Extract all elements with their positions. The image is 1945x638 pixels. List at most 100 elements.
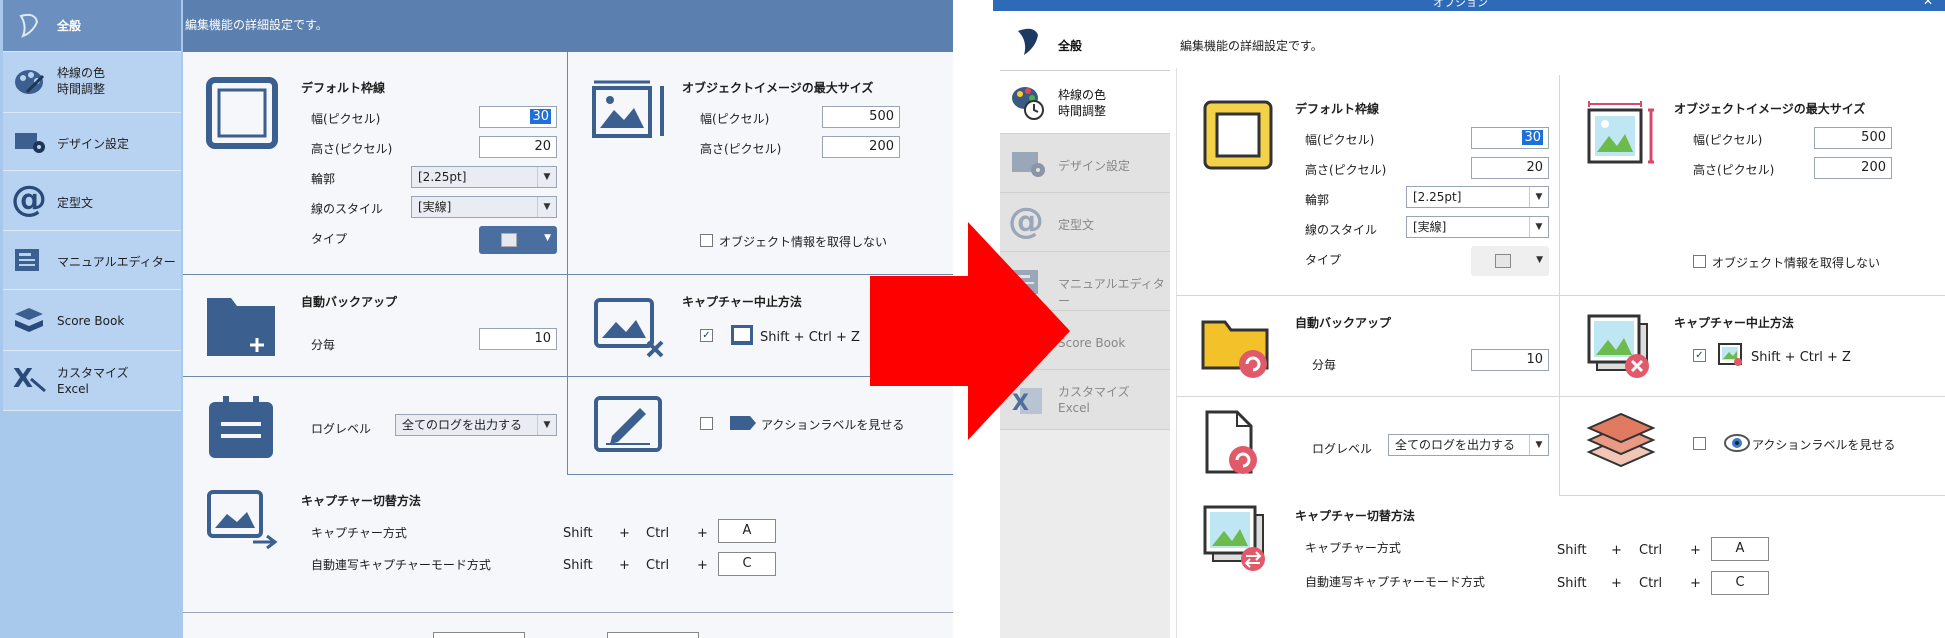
frame-type-icon — [1495, 254, 1511, 268]
height-label: 高さ(ピクセル) — [311, 142, 393, 156]
capture-switch-title: キャプチャー切替方法 — [1295, 509, 1415, 523]
backup-interval-input[interactable]: 10 — [479, 328, 557, 350]
ok-button[interactable] — [433, 632, 525, 638]
sidebar-item-frame-color[interactable]: 枠線の色 時間調整 — [3, 52, 181, 113]
sidebar-item-general[interactable]: 全般 — [1000, 11, 1170, 71]
line-style-select[interactable]: [実線] ▼ — [1406, 216, 1549, 238]
sidebar-item-label: 全般 — [57, 19, 82, 33]
width-label: 幅(ピクセル) — [1305, 133, 1375, 147]
divider — [1176, 68, 1177, 638]
old-options-dialog: 全般 枠線の色 時間調整 デザイン設定 @ 定型文 マニュアルエディター Sco… — [0, 0, 953, 638]
new-options-dialog: オプション ✕ 全般 枠線の色 時間調整 デザイン設定 @ 定型文 マニュアルエ… — [993, 0, 1945, 638]
sidebar-item-customize-excel[interactable]: X カスタマイズ Excel — [3, 351, 181, 411]
capture-stop-shortcut: Shift + Ctrl + Z — [760, 330, 860, 345]
outline-label: 輪郭 — [311, 172, 336, 186]
obj-height-label: 高さ(ピクセル) — [700, 142, 782, 156]
sidebar-item-label: マニュアルエディター — [1058, 277, 1165, 308]
height-label: 高さ(ピクセル) — [1305, 163, 1387, 177]
outline-label: 輪郭 — [1305, 193, 1330, 207]
capture-stop-title: キャプチャー中止方法 — [682, 295, 802, 309]
burst-mode-key-input[interactable]: C — [1711, 571, 1769, 595]
frame-type-icon — [501, 233, 517, 247]
sidebar-item-design[interactable]: デザイン設定 — [3, 113, 181, 171]
sidebar-item-design[interactable]: デザイン設定 — [1000, 134, 1170, 193]
log-level-select[interactable]: 全てのログを出力する ▼ — [1388, 434, 1549, 456]
header-text: 編集機能の詳細設定です。 — [185, 18, 328, 32]
width-input[interactable]: 30 — [479, 106, 557, 128]
svg-text:X: X — [13, 364, 33, 394]
chevron-down-icon: ▼ — [1536, 255, 1543, 265]
capture-stop-checkbox[interactable]: ✓ — [700, 329, 713, 342]
shift-key-label: Shift — [563, 526, 593, 541]
divider — [183, 376, 953, 377]
capture-switch-icon — [1203, 505, 1265, 571]
divider — [1559, 495, 1945, 496]
plus-sign: + — [619, 558, 630, 573]
close-icon[interactable]: ✕ — [1923, 0, 1933, 8]
cancel-button[interactable] — [607, 632, 699, 638]
sidebar-item-template[interactable]: @ 定型文 — [3, 171, 181, 231]
divider — [183, 612, 953, 613]
red-arrow-shape — [870, 222, 1070, 440]
obj-width-input[interactable]: 500 — [1814, 127, 1892, 149]
capture-stop-checkbox[interactable]: ✓ — [1693, 349, 1706, 362]
palette-clock-icon — [1012, 87, 1044, 120]
design-settings-icon — [15, 133, 45, 153]
sidebar-item-label: デザイン設定 — [1058, 159, 1131, 173]
show-action-label: アクションラベルを見せる — [1752, 438, 1896, 452]
chevron-down-icon: ▼ — [1529, 435, 1548, 455]
sidebar-item-label: 枠線の色 時間調整 — [57, 66, 106, 96]
height-input[interactable]: 20 — [479, 136, 557, 158]
divider — [567, 474, 953, 475]
obj-width-input[interactable]: 500 — [822, 106, 900, 128]
divider — [1176, 295, 1945, 296]
type-select-button[interactable]: ▼ — [1471, 246, 1549, 276]
sidebar-item-manual-editor[interactable]: マニュアルエディター — [3, 231, 181, 290]
ctrl-key-label: Ctrl — [646, 558, 670, 573]
default-border-title: デフォルト枠線 — [301, 81, 386, 95]
header-text: 編集機能の詳細設定です。 — [1180, 39, 1323, 53]
plus-sign: + — [619, 526, 630, 541]
plus-sign: + — [1611, 543, 1622, 558]
line-style-select[interactable]: [実線] ▼ — [411, 196, 557, 218]
shift-key-label: Shift — [1557, 543, 1587, 558]
show-action-label-checkbox[interactable] — [1693, 437, 1706, 450]
backup-interval-input[interactable]: 10 — [1471, 349, 1549, 371]
capture-mode-key-input[interactable]: A — [718, 519, 776, 543]
folder-add-icon — [207, 298, 275, 356]
sidebar-item-frame-color[interactable]: 枠線の色 時間調整 — [1000, 71, 1170, 134]
type-select-button[interactable]: ▼ — [479, 226, 557, 254]
height-input[interactable]: 20 — [1471, 157, 1549, 179]
auto-backup-title: 自動バックアップ — [1295, 316, 1392, 330]
capture-stop-icon — [594, 298, 664, 358]
obj-height-input[interactable]: 200 — [822, 136, 900, 158]
outline-select[interactable]: [2.25pt] ▼ — [411, 166, 557, 188]
sidebar-item-label: 全般 — [1058, 39, 1083, 53]
sidebar-item-general[interactable]: 全般 — [3, 0, 181, 52]
no-object-info-checkbox[interactable] — [1693, 255, 1706, 268]
width-input[interactable]: 30 — [1471, 127, 1549, 149]
log-level-label: ログレベル — [1312, 442, 1373, 456]
capture-stop-shortcut: Shift + Ctrl + Z — [1751, 350, 1851, 365]
no-object-info-checkbox[interactable] — [700, 234, 713, 247]
sidebar-item-score-book[interactable]: Score Book — [3, 290, 181, 351]
capture-mode-label: キャプチャー方式 — [311, 526, 407, 540]
obj-height-input[interactable]: 200 — [1814, 157, 1892, 179]
shift-key-label: Shift — [1557, 576, 1587, 591]
sidebar-item-label: マニュアルエディター — [57, 255, 176, 269]
width-label: 幅(ピクセル) — [311, 112, 381, 126]
no-object-info-label: オブジェクト情報を取得しない — [719, 235, 888, 249]
border-frame-icon — [1203, 100, 1273, 170]
default-border-title: デフォルト枠線 — [1295, 102, 1380, 116]
outline-select[interactable]: [2.25pt] ▼ — [1406, 186, 1549, 208]
screenshot-icon — [731, 325, 753, 345]
object-image-icon — [592, 80, 664, 138]
chevron-down-icon: ▼ — [537, 415, 556, 435]
general-icon — [1018, 28, 1038, 55]
capture-mode-key-input[interactable]: A — [1711, 537, 1769, 561]
log-level-select[interactable]: 全てのログを出力する ▼ — [395, 414, 557, 436]
show-action-label-checkbox[interactable] — [700, 417, 713, 430]
burst-mode-key-input[interactable]: C — [718, 552, 776, 576]
layers-icon — [1586, 412, 1656, 468]
ctrl-key-label: Ctrl — [1639, 543, 1663, 558]
